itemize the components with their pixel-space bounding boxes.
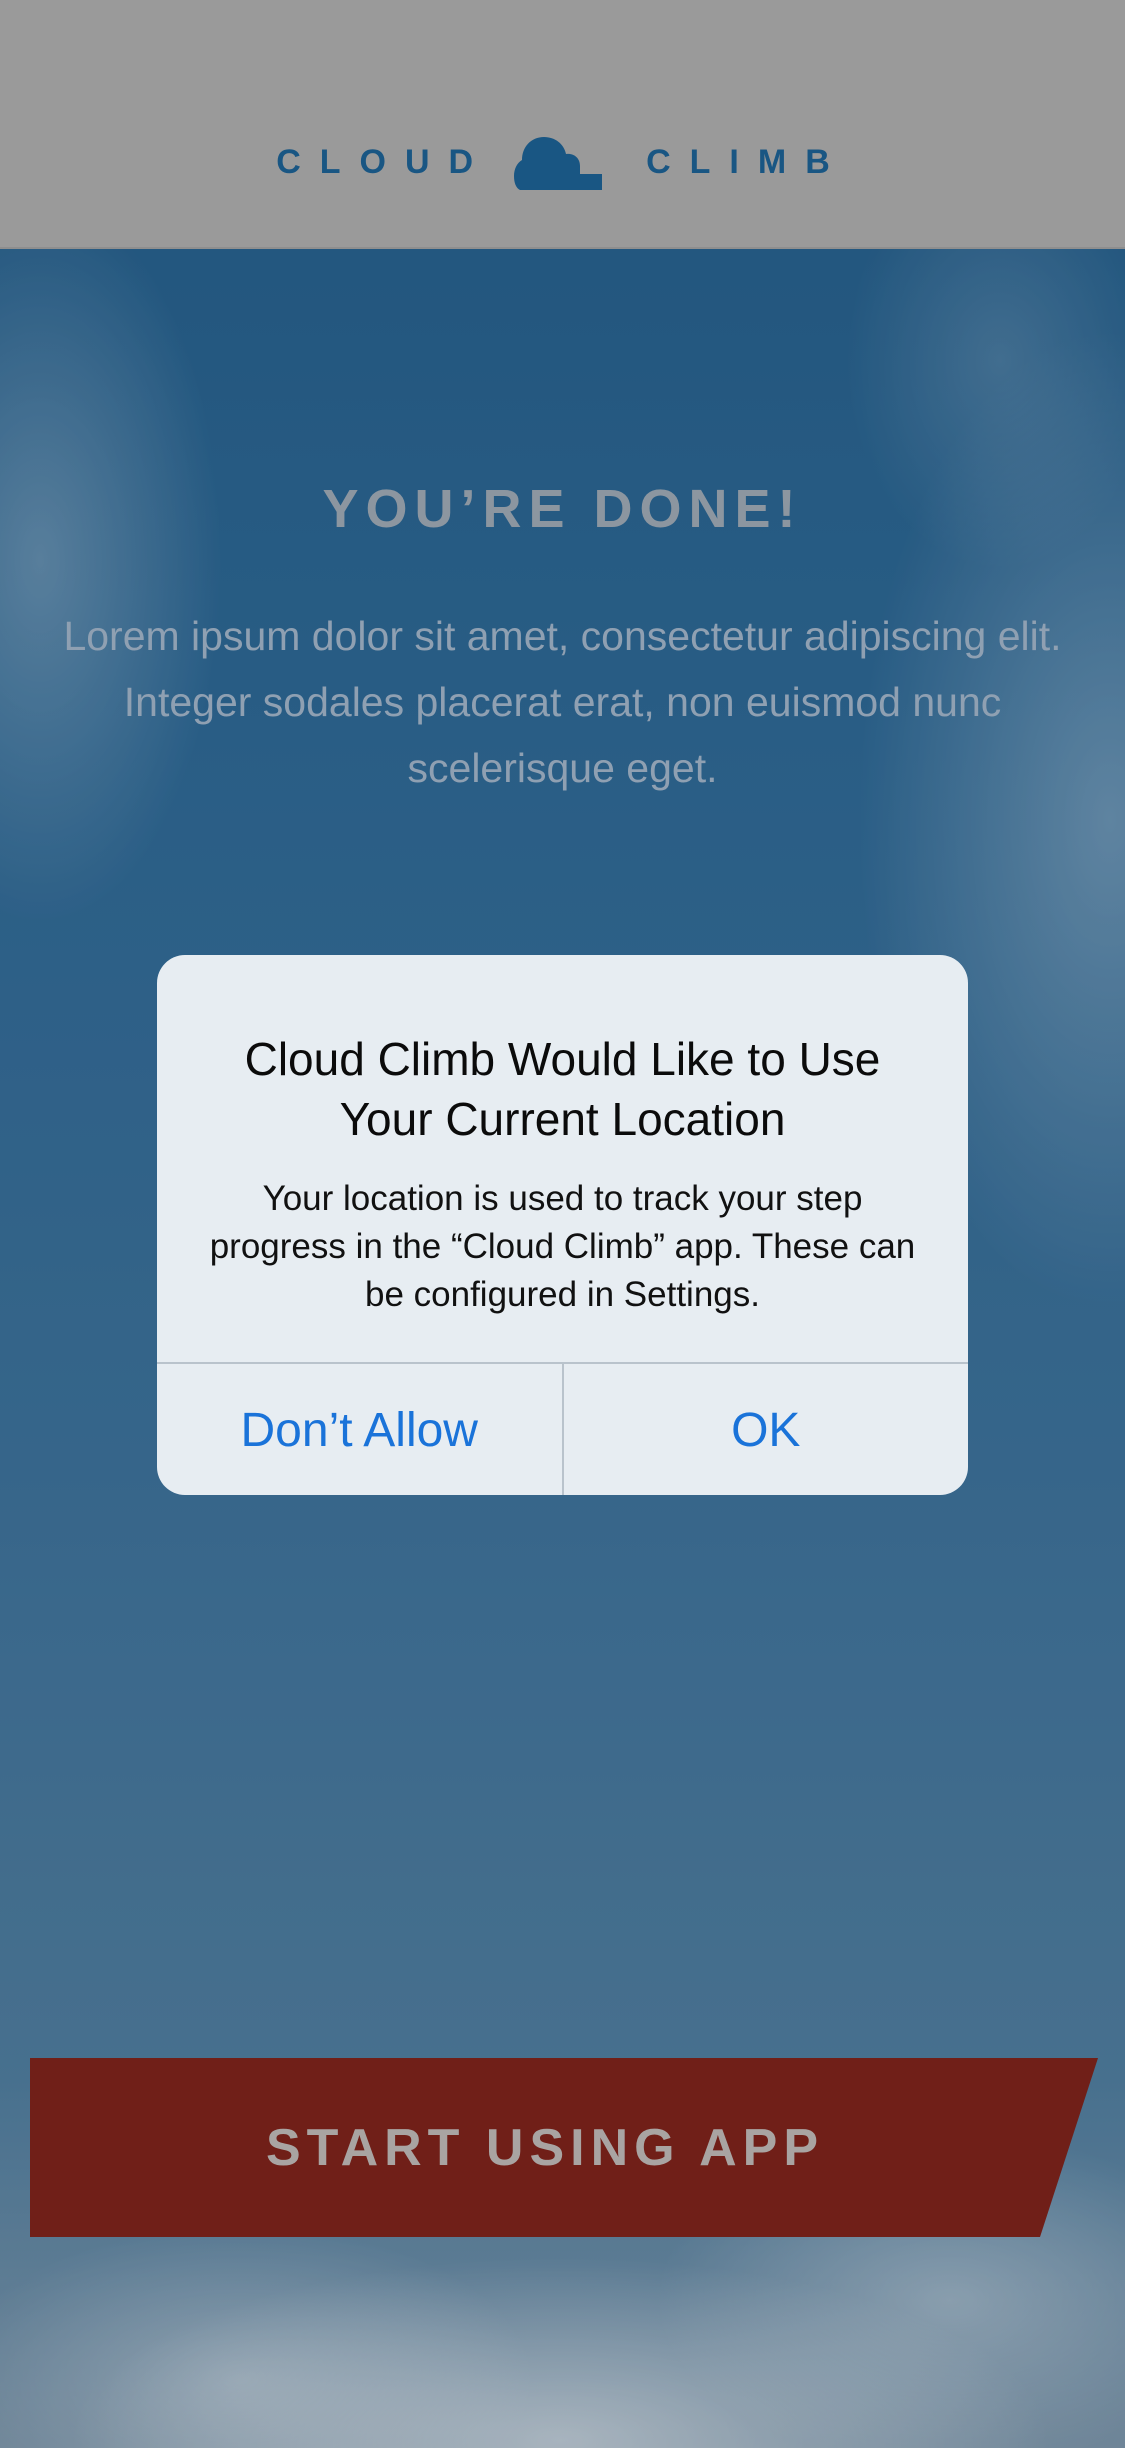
brand-word-cloud: CLOUD: [276, 142, 493, 181]
app-header: CLOUD CLIMB: [0, 0, 1125, 249]
alert-button-row: Don’t Allow OK: [157, 1362, 968, 1495]
dont-allow-button[interactable]: Don’t Allow: [157, 1364, 562, 1495]
completion-title: YOU’RE DONE!: [322, 479, 803, 539]
start-using-app-button[interactable]: START USING APP: [30, 2058, 1098, 2237]
location-permission-alert: Cloud Climb Would Like to Use Your Curre…: [157, 955, 968, 1495]
cta-label: START USING APP: [265, 2118, 825, 2177]
completion-description: Lorem ipsum dolor sit amet, consectetur …: [63, 613, 1062, 791]
alert-title: Cloud Climb Would Like to Use Your Curre…: [244, 1033, 881, 1145]
ok-button[interactable]: OK: [564, 1364, 969, 1495]
alert-message: Your location is used to track your step…: [209, 1179, 916, 1314]
brand-logo: CLOUD CLIMB: [0, 128, 1125, 196]
cloud-icon: [514, 137, 603, 190]
brand-word-climb: CLIMB: [646, 142, 849, 181]
